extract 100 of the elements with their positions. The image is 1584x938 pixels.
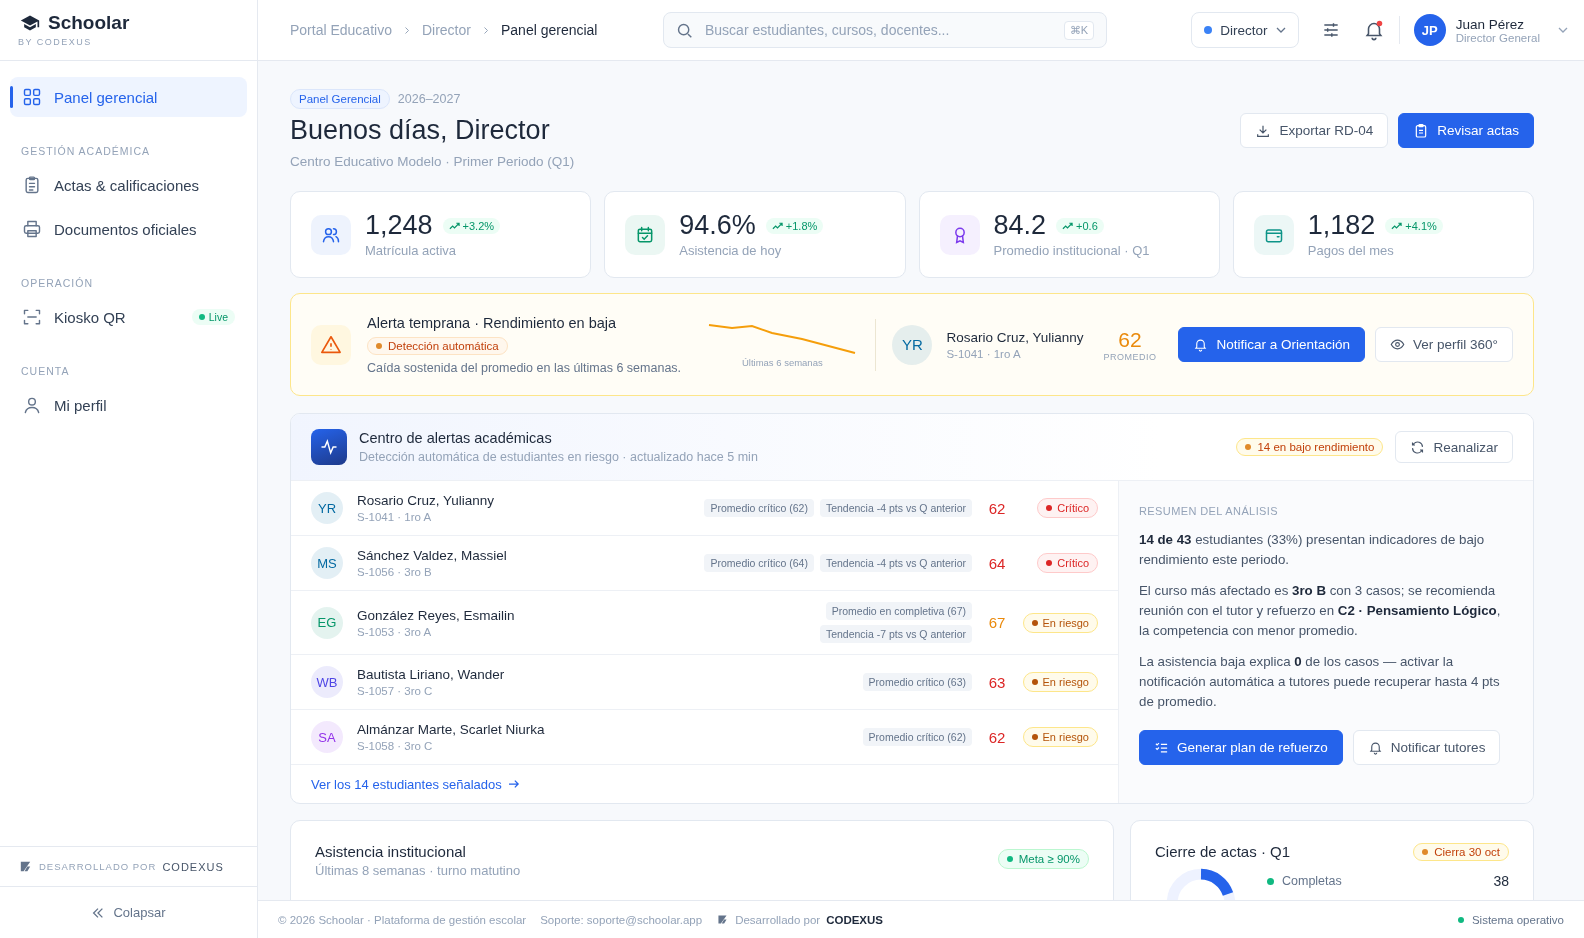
developer-label: DESARROLLADO POR xyxy=(39,861,157,872)
status-badge: En riesgo xyxy=(1022,672,1098,692)
goal-badge: Meta ≥ 90% xyxy=(997,849,1089,869)
student-score: 64 xyxy=(987,554,1007,572)
student-avatar: MS xyxy=(311,547,343,579)
student-avatar: SA xyxy=(311,721,343,753)
graduation-cap-icon xyxy=(18,13,42,33)
developer-label: Desarrollado por xyxy=(735,913,821,926)
detection-tag: Detección automática xyxy=(367,336,508,355)
review-button[interactable]: Revisar actas xyxy=(1398,113,1534,148)
indicator-tag: Promedio en completiva (67) xyxy=(825,602,972,620)
export-button[interactable]: Exportar RD-04 xyxy=(1240,113,1389,148)
chevron-down-icon[interactable] xyxy=(1558,27,1568,33)
student-meta: S-1041 · 1ro A xyxy=(946,347,1022,360)
page-tag: Panel Gerencial xyxy=(290,89,390,109)
student-score: 62 xyxy=(1118,327,1142,352)
copyright-text: © 2026 Schoolar · Plataforma de gestión escolar xyxy=(278,913,527,926)
status-badge: En riesgo xyxy=(1022,612,1098,633)
panel-subtitle: Detección automática de estudiantes en riesgo · actualizado hace 5 min xyxy=(359,450,759,464)
student-meta: S-1058 · 3ro C xyxy=(357,740,434,752)
page-title: Buenos días, Director xyxy=(290,115,551,146)
summary-heading: RESUMEN DEL ANÁLISIS xyxy=(1139,505,1279,517)
trend-badge: +1.8% xyxy=(765,217,824,234)
role-dropdown[interactable]: Director xyxy=(1191,12,1299,48)
chevron-right-icon xyxy=(482,25,489,35)
view-all-link[interactable]: Ver los 14 estudiantes señalados xyxy=(291,765,1118,803)
notify-button[interactable]: Notificar a Orientación xyxy=(1178,327,1366,362)
summary-paragraph: La asistencia baja explica 0 de los casos — activar la notificación automática a tutores puede recuperar hasta 4 pts de promedio. xyxy=(1139,653,1501,711)
search-input[interactable]: Buscar estudiantes, cursos, docentes... xyxy=(703,21,1054,39)
student-avatar: YR xyxy=(311,492,343,524)
page-subtitle: Centro Educativo Modelo · Primer Periodo (Q1) xyxy=(290,154,575,169)
nav-item[interactable]: Kiosko QR Live xyxy=(10,297,247,337)
nav-item[interactable]: Panel gerencial xyxy=(10,77,247,117)
brand-subtitle: BY CODEXUS xyxy=(18,37,93,47)
indicator-tag: Promedio crítico (62) xyxy=(704,499,814,517)
status-badge: Crítico xyxy=(1037,498,1098,518)
student-meta: S-1056 · 3ro B xyxy=(357,566,433,578)
chevron-down-icon xyxy=(1275,27,1286,33)
system-status: Sistema operativo xyxy=(1457,913,1564,926)
breadcrumb-link[interactable]: Panel gerencial xyxy=(500,22,598,38)
indicator-tag: Tendencia -4 pts vs Q anterior xyxy=(819,499,972,517)
generate-plan-button[interactable]: Generar plan de refuerzo xyxy=(1139,730,1343,765)
student-name: Rosario Cruz, Yulianny xyxy=(357,493,496,508)
sparkline-caption: Últimas 6 semanas xyxy=(741,357,823,368)
stat-value: 1,248 xyxy=(365,210,433,241)
grid-icon xyxy=(22,87,42,107)
status-badge: Crítico xyxy=(1037,553,1098,573)
card-subtitle: Últimas 8 semanas · turno matutino xyxy=(315,863,521,878)
user-name: Juan Pérez xyxy=(1455,16,1525,32)
user-role: Director General xyxy=(1455,31,1540,44)
trend-badge: +4.1% xyxy=(1385,217,1443,234)
student-score: 63 xyxy=(987,673,1007,691)
nav-item[interactable]: Documentos oficiales xyxy=(10,209,247,249)
indicator-tag: Promedio crítico (63) xyxy=(862,673,972,691)
reanalyze-button[interactable]: Reanalizar xyxy=(1395,431,1513,463)
school-year: 2026–2027 xyxy=(397,92,461,106)
support-text: Soporte: soporte@schoolar.app xyxy=(540,913,703,926)
nav-section-heading: CUENTA xyxy=(20,364,71,379)
nav-item[interactable]: Mi perfil xyxy=(10,385,247,425)
notify-tutors-button[interactable]: Notificar tutores xyxy=(1352,730,1501,765)
student-meta: S-1041 · 1ro A xyxy=(357,511,433,523)
eye-icon xyxy=(1390,337,1406,352)
trend-badge: +0.6 xyxy=(1056,217,1104,234)
legend-value: 38 xyxy=(1493,873,1509,889)
student-name: Rosario Cruz, Yulianny xyxy=(946,329,1084,345)
student-avatar: EG xyxy=(311,606,343,639)
arrow-right-icon xyxy=(507,779,520,789)
indicator-tag: Tendencia -4 pts vs Q anterior xyxy=(819,554,972,572)
stat-label: Promedio institucional · Q1 xyxy=(993,243,1150,258)
student-avatar: YR xyxy=(892,324,933,365)
indicator-tag: Tendencia -7 pts vs Q anterior xyxy=(819,625,972,643)
user-avatar[interactable]: JP xyxy=(1413,14,1446,46)
summary-paragraph: El curso más afectado es 3ro B con 3 casos; se recomienda reunión con el tutor y refuerzo en C2 · Pensamiento Lógico, la competencia con menor promedio. xyxy=(1139,582,1502,640)
developer-brand: CODEXUS xyxy=(826,913,883,926)
student-avatar: WB xyxy=(311,666,343,698)
bell-icon xyxy=(1367,740,1383,755)
panel-title: Centro de alertas académicas xyxy=(359,430,553,446)
search-icon xyxy=(676,21,693,39)
view-profile-button[interactable]: Ver perfil 360° xyxy=(1375,327,1513,362)
stat-value: 94.6% xyxy=(679,210,756,241)
student-meta: S-1057 · 3ro C xyxy=(357,685,434,697)
legend-label: Completas xyxy=(1282,874,1343,888)
student-score: 67 xyxy=(987,614,1007,631)
student-name: Almánzar Marte, Scarlet Niurka xyxy=(357,722,546,737)
nav-item[interactable]: Actas & calificaciones xyxy=(10,165,247,205)
indicator-tag: Promedio crítico (62) xyxy=(862,728,972,746)
count-badge: 14 en bajo rendimiento xyxy=(1236,438,1384,456)
student-meta: S-1053 · 3ro A xyxy=(357,625,433,638)
brand-name: Schoolar xyxy=(48,12,130,34)
trend-badge: +3.2% xyxy=(442,217,501,234)
chevron-right-icon xyxy=(403,25,410,35)
user-icon xyxy=(22,395,42,415)
checklist-icon xyxy=(1154,740,1169,755)
stat-label: Asistencia de hoy xyxy=(679,243,782,258)
stat-value: 84.2 xyxy=(993,210,1047,241)
status-dot-icon xyxy=(1204,26,1213,34)
card-title: Cierre de actas · Q1 xyxy=(1155,843,1291,860)
live-badge: Live xyxy=(191,309,235,325)
alert-description: Caída sostenida del promedio en las últimas 6 semanas. xyxy=(367,360,682,375)
indicator-tag: Promedio crítico (64) xyxy=(704,554,814,572)
